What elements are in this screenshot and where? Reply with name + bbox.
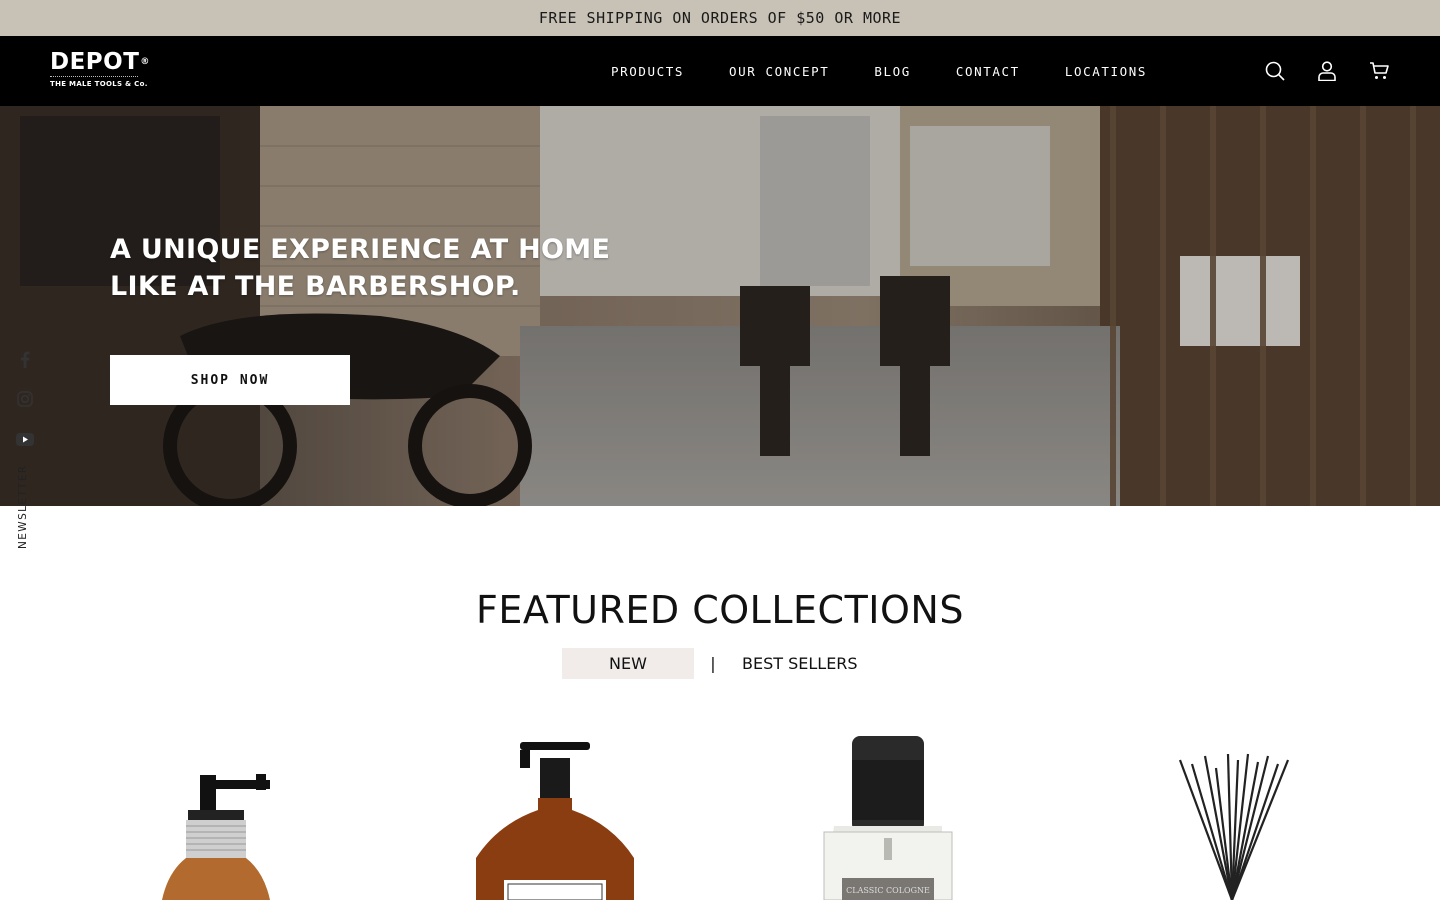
reed-diffuser-image bbox=[1178, 753, 1290, 901]
announcement-text: FREE SHIPPING ON ORDERS OF $50 OR MORE bbox=[538, 9, 902, 27]
product-card[interactable]: CLASSIC COLOGNE bbox=[820, 730, 960, 904]
main-nav: PRODUCTS OUR CONCEPT BLOG CONTACT LOCATI… bbox=[611, 36, 1192, 106]
logo-tagline: THE MALE TOOLS & Co. bbox=[50, 80, 148, 88]
nav-blog[interactable]: BLOG bbox=[874, 64, 911, 79]
logo-divider bbox=[50, 76, 138, 77]
nav-locations[interactable]: LOCATIONS bbox=[1065, 64, 1147, 79]
product-card[interactable] bbox=[470, 730, 640, 904]
collection-tabs: NEW | BEST SELLERS bbox=[562, 648, 868, 679]
tab-separator: | bbox=[710, 654, 716, 673]
logo-name: DEPOT bbox=[50, 49, 140, 75]
youtube-icon[interactable] bbox=[16, 430, 34, 448]
logo[interactable]: DEPOT® THE MALE TOOLS & Co. bbox=[50, 50, 160, 94]
product-card[interactable] bbox=[160, 730, 280, 904]
social-links bbox=[16, 350, 34, 470]
instagram-icon[interactable] bbox=[16, 390, 34, 408]
cologne-label: CLASSIC COLOGNE bbox=[846, 886, 930, 895]
spray-bottle-image bbox=[162, 774, 270, 900]
cologne-bottle-image: CLASSIC COLOGNE bbox=[823, 736, 953, 901]
nav-contact[interactable]: CONTACT bbox=[956, 64, 1020, 79]
header-icons bbox=[1234, 36, 1390, 106]
account-icon[interactable] bbox=[1316, 60, 1338, 82]
featured-collections-title: FEATURED COLLECTIONS bbox=[476, 588, 964, 632]
tab-new[interactable]: NEW bbox=[562, 648, 694, 679]
hero-banner: A UNIQUE EXPERIENCE AT HOME LIKE AT THE … bbox=[0, 106, 1440, 506]
product-card[interactable] bbox=[1170, 730, 1300, 904]
cart-icon[interactable] bbox=[1368, 60, 1390, 82]
shop-now-button[interactable]: SHOP NOW bbox=[110, 355, 350, 405]
logo-registered-mark: ® bbox=[140, 57, 150, 67]
tab-best-sellers[interactable]: BEST SELLERS bbox=[732, 648, 868, 679]
nav-our-concept[interactable]: OUR CONCEPT bbox=[729, 64, 829, 79]
announcement-bar: FREE SHIPPING ON ORDERS OF $50 OR MORE bbox=[0, 0, 1440, 36]
nav-products[interactable]: PRODUCTS bbox=[611, 64, 684, 79]
search-icon[interactable] bbox=[1264, 60, 1286, 82]
hero-title: A UNIQUE EXPERIENCE AT HOME LIKE AT THE … bbox=[110, 234, 611, 302]
newsletter-tab[interactable]: NEWSLETTER bbox=[17, 464, 29, 549]
site-header: DEPOT® THE MALE TOOLS & Co. PRODUCTS OUR… bbox=[0, 36, 1440, 106]
barbershop-hero-image bbox=[0, 106, 1440, 506]
facebook-icon[interactable] bbox=[16, 350, 34, 368]
pump-bottle-image bbox=[476, 742, 634, 901]
